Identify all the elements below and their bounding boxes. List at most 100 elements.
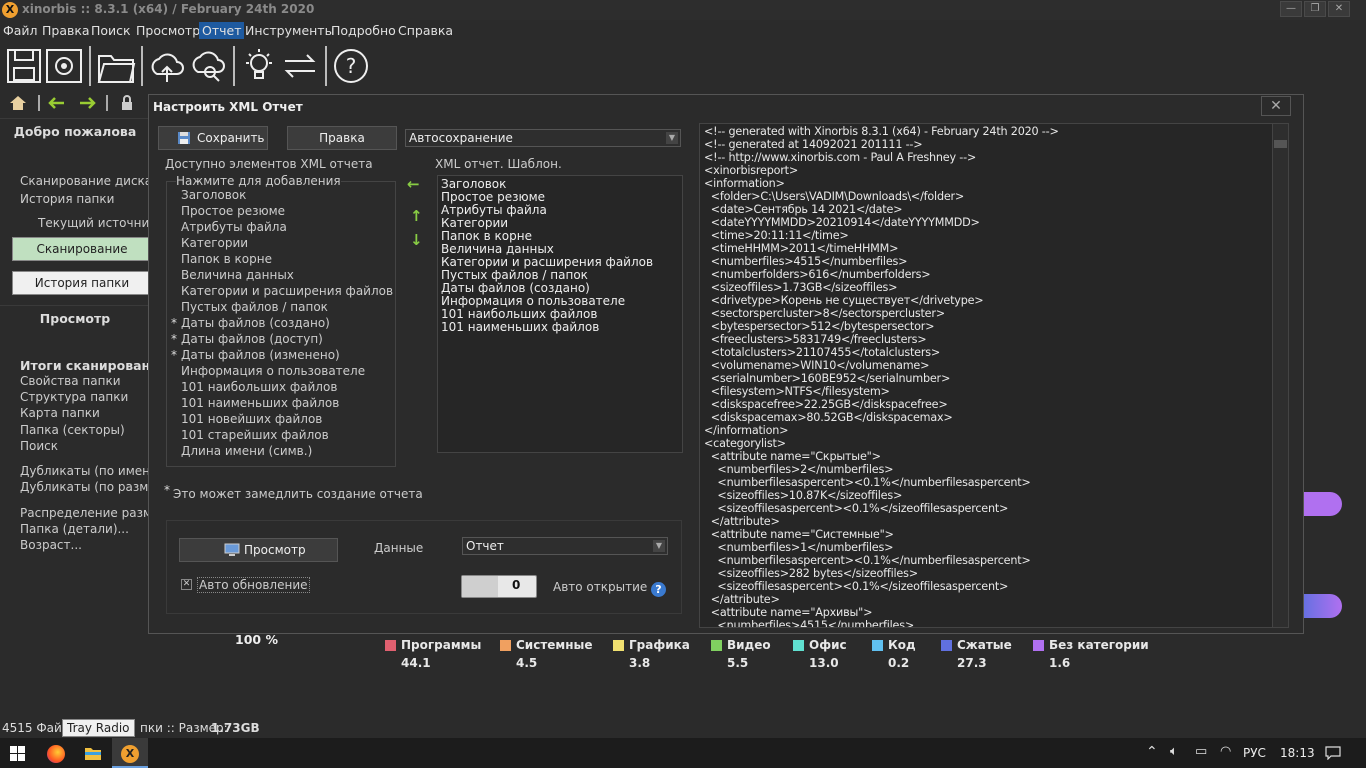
available-list-item[interactable]: Простое резюме — [181, 204, 285, 218]
edit-report-button[interactable]: Правка — [287, 126, 397, 150]
sidebar-item-folder-properties[interactable]: Свойства папки — [20, 374, 121, 388]
auto-open-toggle[interactable]: 0 — [461, 575, 537, 598]
available-list-item[interactable]: Категории и расширения файлов — [181, 284, 393, 298]
template-list-item[interactable]: Папок в корне — [441, 229, 532, 243]
available-list-item[interactable]: 101 старейших файлов — [181, 428, 329, 442]
available-list-item[interactable]: Информация о пользователе — [181, 364, 365, 378]
template-list-item[interactable]: Простое резюме — [441, 190, 545, 204]
template-list-item[interactable]: Категории — [441, 216, 508, 230]
close-button[interactable]: ✕ — [1328, 1, 1350, 17]
xml-line: <attribute name="Архивы"> — [704, 606, 873, 619]
clock[interactable]: 18:13 — [1280, 746, 1315, 760]
available-list-item[interactable]: 101 наибольших файлов — [181, 380, 337, 394]
template-list-item[interactable]: Пустых файлов / папок — [441, 268, 588, 282]
settings-gear-icon[interactable] — [44, 46, 84, 86]
xml-line: <diskspacefree>22.25GB</diskspacefree> — [704, 398, 948, 411]
menu-edit[interactable]: Правка — [39, 22, 93, 39]
sidebar-item-folder-details[interactable]: Папка (детали)... — [20, 522, 129, 536]
available-list-item[interactable]: Атрибуты файла — [181, 220, 287, 234]
menu-report[interactable]: Отчет — [199, 22, 245, 39]
available-elements-list[interactable]: Нажмите для добавления Заголовок Простое … — [166, 174, 396, 467]
template-list-item[interactable]: Даты файлов (создано) — [441, 281, 590, 295]
available-list-item[interactable]: Даты файлов (создано) — [181, 316, 330, 330]
auto-update-label[interactable]: Авто обновление — [197, 577, 310, 593]
available-list-item[interactable]: Величина данных — [181, 268, 294, 282]
template-list-item[interactable]: Атрибуты файла — [441, 203, 547, 217]
menu-details[interactable]: Подробно — [328, 22, 399, 39]
add-arrow-icon[interactable]: ← — [407, 175, 420, 193]
template-list-item[interactable]: Категории и расширения файлов — [441, 255, 653, 269]
save-icon[interactable] — [4, 46, 44, 86]
available-list-item[interactable]: Длина имени (симв.) — [181, 444, 312, 458]
help-circle-icon[interactable]: ? — [651, 582, 666, 597]
cloud-search-icon[interactable] — [188, 46, 228, 86]
battery-icon[interactable]: ▭ — [1195, 744, 1207, 759]
data-select[interactable]: Отчет ▼ — [462, 537, 668, 555]
template-list-item[interactable]: Величина данных — [441, 242, 554, 256]
windows-start-icon[interactable] — [10, 746, 25, 761]
taskbar-xinorbis-button[interactable]: X — [112, 738, 148, 768]
back-arrow-icon[interactable] — [48, 96, 66, 110]
template-list-item[interactable]: Заголовок — [441, 177, 506, 191]
sidebar-item-folder-history[interactable]: История папки — [20, 192, 114, 206]
lock-icon[interactable] — [120, 95, 134, 111]
available-list-item[interactable]: Заголовок — [181, 188, 246, 202]
move-down-arrow-icon[interactable]: ↓ — [410, 231, 423, 249]
xml-scrollbar[interactable] — [1272, 124, 1288, 627]
main-toolbar: ? — [0, 40, 1366, 90]
save-report-button[interactable]: Сохранить — [158, 126, 268, 150]
available-list-item[interactable]: 101 новейших файлов — [181, 412, 322, 426]
dialog-close-button[interactable]: ✕ — [1261, 96, 1291, 116]
template-list-item[interactable]: Информация о пользователе — [441, 294, 625, 308]
template-list[interactable]: Заголовок Простое резюме Атрибуты файла Кат… — [437, 175, 683, 453]
scan-button[interactable]: Сканирование — [12, 237, 152, 261]
starred-marker: * — [171, 316, 177, 330]
forward-arrow-icon[interactable] — [78, 96, 96, 110]
chevron-up-icon[interactable]: ⌃ — [1146, 744, 1158, 760]
sidebar-item-folder-structure[interactable]: Структура папки — [20, 390, 128, 404]
xml-preview[interactable]: <!-- generated with Xinorbis 8.3.1 (x64)… — [699, 123, 1289, 628]
cloud-upload-icon[interactable] — [147, 46, 187, 86]
save-report-label: Сохранить — [197, 131, 265, 145]
template-list-item[interactable]: 101 наименьших файлов — [441, 320, 599, 334]
notifications-icon[interactable] — [1325, 746, 1341, 760]
open-folder-icon[interactable] — [96, 46, 136, 86]
menu-tools[interactable]: Инструменты — [242, 22, 337, 39]
sidebar-item-search[interactable]: Поиск — [20, 439, 58, 453]
firefox-icon[interactable] — [47, 745, 65, 763]
autosave-select[interactable]: Автосохранение ▼ — [405, 129, 681, 147]
menu-search[interactable]: Поиск — [88, 22, 134, 39]
lightbulb-icon[interactable] — [239, 46, 279, 86]
available-list-item[interactable]: 101 наименьших файлов — [181, 396, 339, 410]
available-list-item[interactable]: Даты файлов (изменено) — [181, 348, 340, 362]
file-explorer-icon[interactable] — [84, 745, 102, 761]
scan-results-label[interactable]: Итоги сканирования — [20, 358, 167, 373]
menu-view[interactable]: Просмотр — [133, 22, 203, 39]
menu-file[interactable]: Файл — [0, 22, 41, 39]
xinorbis-icon: X — [121, 745, 139, 763]
available-list-item[interactable]: Пустых файлов / папок — [181, 300, 328, 314]
swap-arrows-icon[interactable] — [280, 46, 320, 86]
help-icon[interactable]: ? — [331, 46, 371, 86]
network-icon[interactable]: ◠ — [1220, 744, 1231, 759]
language-indicator[interactable]: РУС — [1243, 746, 1266, 760]
view-header: Просмотр — [0, 305, 150, 331]
speaker-icon[interactable]: 🔈︎ — [1170, 744, 1178, 759]
sidebar-item-age[interactable]: Возраст... — [20, 538, 82, 552]
sidebar-item-folder-map[interactable]: Карта папки — [20, 406, 100, 420]
sidebar-item-folder-sectors[interactable]: Папка (секторы) — [20, 423, 125, 437]
preview-button[interactable]: Просмотр — [179, 538, 338, 562]
move-up-arrow-icon[interactable]: ↑ — [410, 207, 423, 225]
template-list-item[interactable]: 101 наибольших файлов — [441, 307, 597, 321]
available-list-item[interactable]: Категории — [181, 236, 248, 250]
available-list-item[interactable]: Даты файлов (доступ) — [181, 332, 323, 346]
xml-line: <sizeoffiles>282 bytes</sizeoffiles> — [704, 567, 918, 580]
xml-line: </information> — [704, 424, 789, 437]
minimize-button[interactable]: — — [1280, 1, 1302, 17]
available-list-item[interactable]: Папок в корне — [181, 252, 272, 266]
history-button[interactable]: История папки — [12, 271, 152, 295]
auto-update-checkbox[interactable]: ✕ — [181, 579, 192, 590]
menu-help[interactable]: Справка — [395, 22, 456, 39]
restore-button[interactable]: ❐ — [1304, 1, 1326, 17]
home-icon[interactable] — [9, 95, 27, 111]
